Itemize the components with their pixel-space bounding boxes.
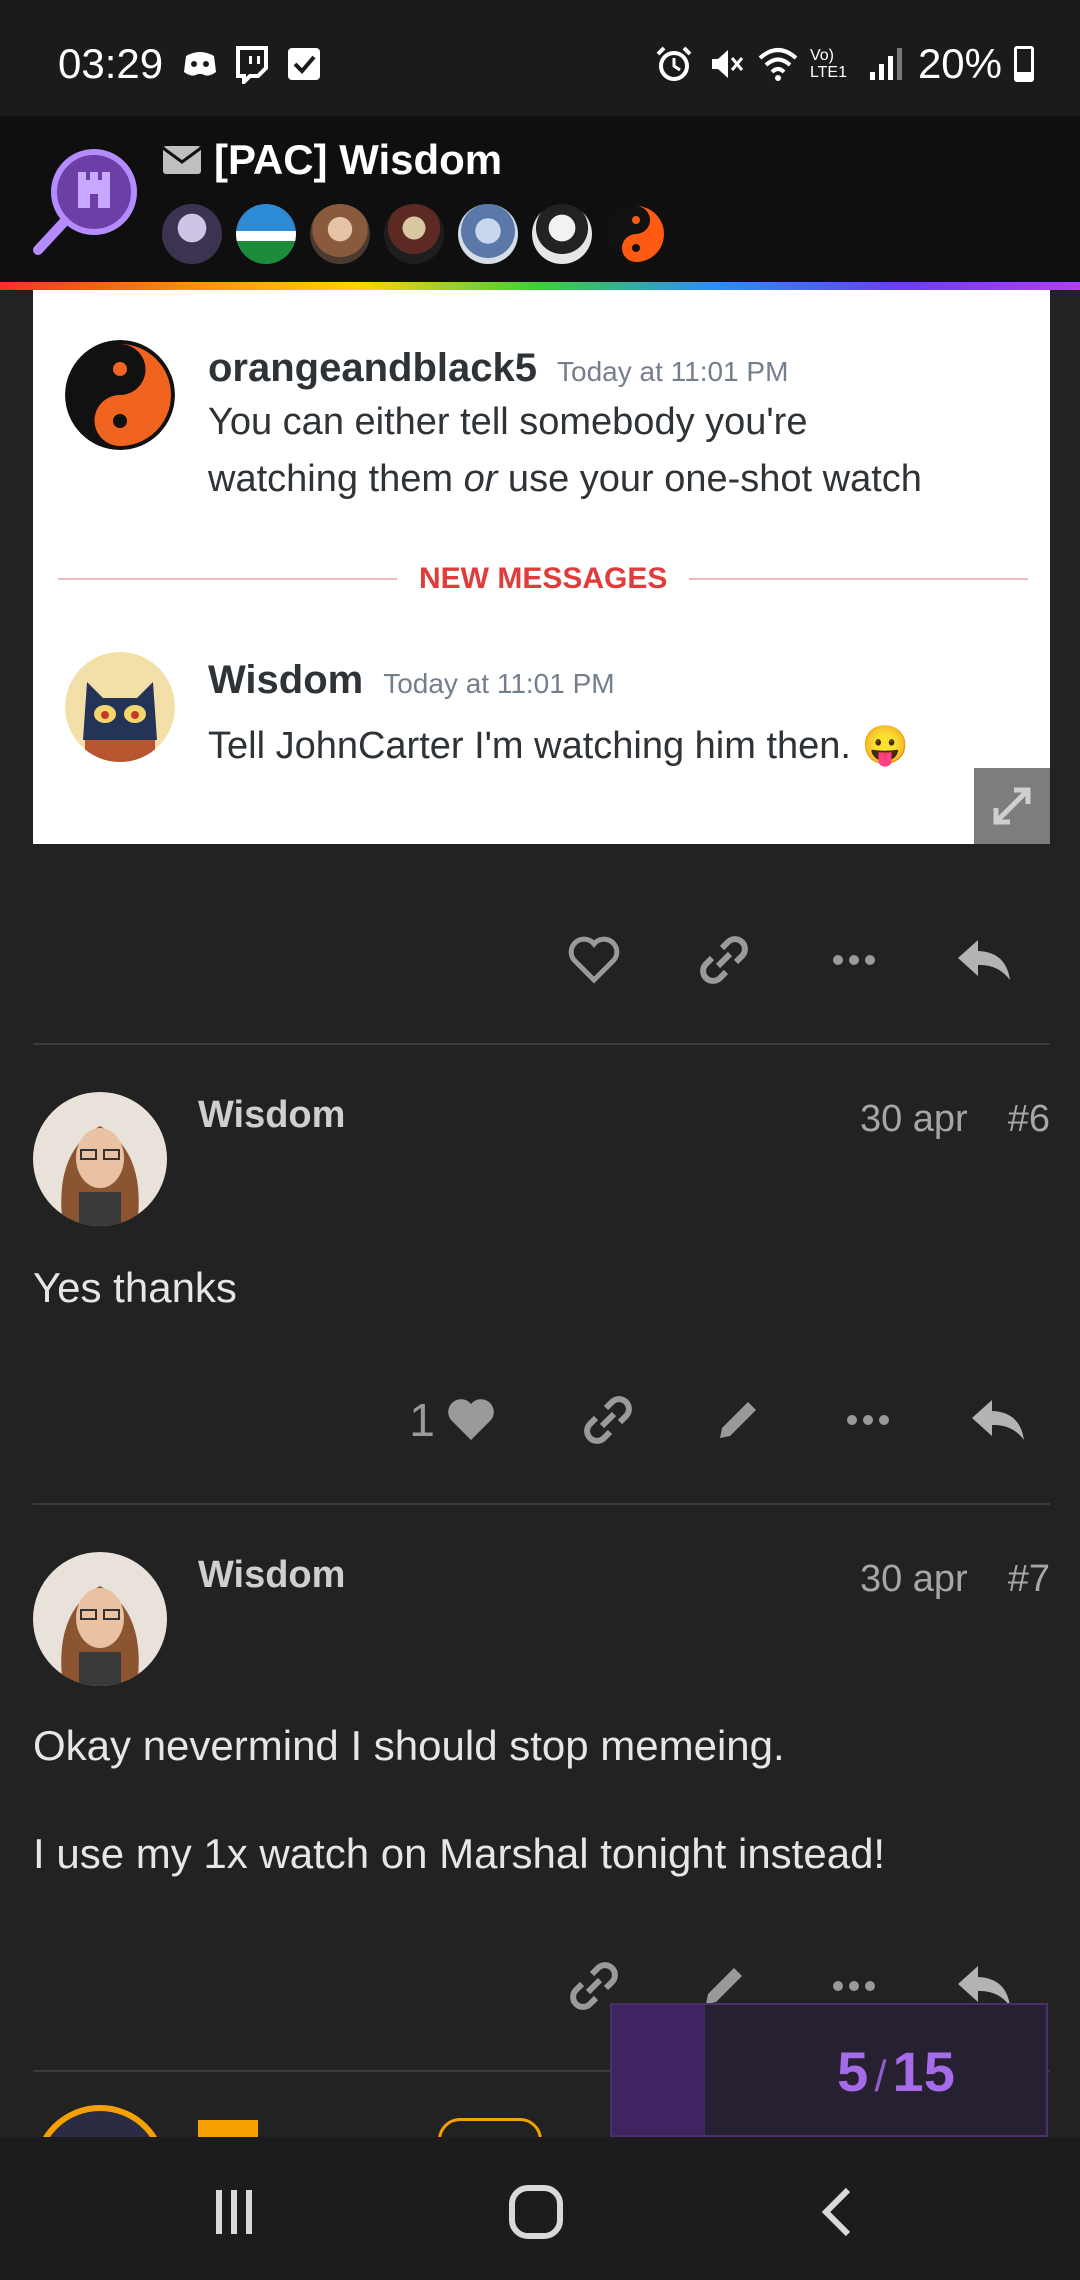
recent-apps-button[interactable] <box>194 2177 274 2247</box>
heart-outline-icon <box>568 936 620 984</box>
checkbox-icon <box>288 48 320 80</box>
recent-apps-icon <box>216 2190 252 2234</box>
back-button[interactable] <box>798 2177 878 2247</box>
message-author: orangeandblack5 Today at 11:01 PM <box>208 346 789 390</box>
post-number[interactable]: #6 <box>1008 1098 1050 1141</box>
post-actions: 1 <box>398 1388 1030 1452</box>
post-actions <box>562 928 1016 992</box>
twitch-icon <box>236 46 268 84</box>
expand-icon <box>993 787 1031 825</box>
reply-icon <box>958 940 1010 980</box>
post-meta: 30 apr #6 <box>860 1098 1050 1141</box>
post-number[interactable]: #7 <box>1008 1558 1050 1601</box>
system-nav-bar <box>0 2137 1080 2280</box>
participant-avatar[interactable] <box>384 204 444 264</box>
avatar[interactable] <box>33 1092 167 1226</box>
tongue-emoji: 😛 <box>861 725 909 767</box>
reply-button[interactable] <box>952 928 1016 992</box>
progress-current: 5 <box>837 2040 869 2103</box>
post-author[interactable]: Wisdom <box>198 1094 345 1137</box>
participant-avatar[interactable] <box>458 204 518 264</box>
expand-image-button[interactable] <box>974 768 1050 844</box>
edit-button[interactable] <box>706 1388 770 1452</box>
embedded-screenshot[interactable]: orangeandblack5 Today at 11:01 PM You can… <box>33 290 1050 844</box>
participant-avatar[interactable] <box>532 204 592 264</box>
post-separator <box>33 1503 1050 1505</box>
copy-link-button[interactable] <box>692 928 756 992</box>
ellipsis-icon <box>847 1415 889 1425</box>
post-separator <box>33 1043 1050 1045</box>
participant-avatar[interactable] <box>310 204 370 264</box>
site-logo[interactable] <box>30 144 142 256</box>
ellipsis-icon <box>833 955 875 965</box>
more-button[interactable] <box>822 928 886 992</box>
home-icon <box>509 2185 563 2239</box>
user-avatar-image <box>33 1092 167 1226</box>
avatar[interactable] <box>33 1552 167 1686</box>
topic-header: [PAC] Wisdom <box>0 116 1080 284</box>
signal-icon <box>869 48 902 80</box>
back-icon <box>821 2187 851 2237</box>
participant-avatars <box>162 204 666 264</box>
topic-progress[interactable]: 5/15 <box>610 2003 1048 2137</box>
post-body: Yes thanks <box>33 1264 237 1311</box>
participant-avatar[interactable] <box>236 204 296 264</box>
home-button[interactable] <box>496 2177 576 2247</box>
discord-icon <box>184 52 216 76</box>
like-button[interactable]: 1 <box>398 1388 510 1452</box>
topic-title[interactable]: [PAC] Wisdom <box>214 136 502 184</box>
progress-total: 15 <box>892 2040 955 2103</box>
alarm-icon <box>656 46 692 81</box>
message-text: You can either tell somebody you're watc… <box>208 401 922 500</box>
progress-slash: / <box>874 2052 887 2101</box>
message-text: Tell JohnCarter I'm watching him then. 😛 <box>208 725 909 767</box>
more-button[interactable] <box>836 1388 900 1452</box>
battery-percent: 20% <box>917 40 1002 87</box>
participant-avatar[interactable] <box>606 204 666 264</box>
progress-text: 5/15 <box>612 2039 1046 2104</box>
volte-icon: Vo) LTE1 <box>809 47 847 81</box>
post-meta: 30 apr #7 <box>860 1558 1050 1601</box>
wifi-icon <box>758 48 798 81</box>
post-author[interactable]: Wisdom <box>198 1554 345 1597</box>
participant-avatar[interactable] <box>162 204 222 264</box>
heart-filled-icon <box>447 1399 494 1440</box>
rainbow-bar <box>0 282 1080 290</box>
like-count: 1 <box>409 1394 435 1446</box>
like-button[interactable] <box>562 928 626 992</box>
message-icon <box>162 146 202 174</box>
post-date[interactable]: 30 apr <box>860 1098 968 1141</box>
status-bar: 03:29 Vo) LTE1 20% <box>0 0 1080 116</box>
reply-button[interactable] <box>966 1388 1030 1452</box>
mute-icon <box>711 50 744 78</box>
battery-icon <box>1014 46 1034 82</box>
post-date[interactable]: 30 apr <box>860 1558 968 1601</box>
pencil-icon <box>720 1402 756 1438</box>
message-author: Wisdom Today at 11:01 PM <box>208 658 615 702</box>
copy-link-button[interactable] <box>576 1388 640 1452</box>
link-icon <box>584 1396 632 1444</box>
new-messages-label: NEW MESSAGES <box>397 562 690 596</box>
post-body-paragraph: I use my 1x watch on Marshal tonight ins… <box>33 1830 886 1877</box>
message-timestamp: Today at 11:01 PM <box>383 668 615 699</box>
status-time: 03:29 <box>58 40 164 87</box>
reply-icon <box>972 1400 1024 1440</box>
cat-avatar <box>65 652 175 762</box>
yin-yang-avatar <box>65 340 175 450</box>
message-timestamp: Today at 11:01 PM <box>557 356 789 387</box>
post-body-paragraph: Okay nevermind I should stop memeing. <box>33 1722 785 1769</box>
link-icon <box>700 936 748 984</box>
user-avatar-image <box>33 1552 167 1686</box>
